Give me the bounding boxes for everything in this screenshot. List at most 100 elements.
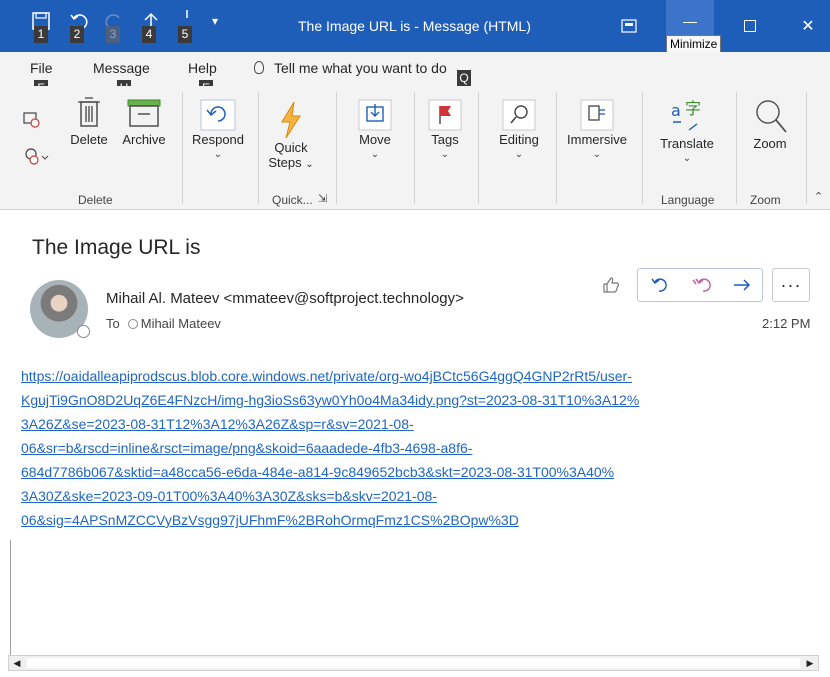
reply-icon (200, 99, 236, 131)
immersive-reader-button[interactable]: Immersive ⌄ (562, 98, 632, 160)
immersive-reader-icon (580, 99, 614, 131)
archive-icon (127, 99, 161, 127)
recipients-line: To Mihail Mateev (106, 316, 221, 331)
customize-qat-button[interactable]: ▾ (212, 14, 238, 36)
forward-button[interactable] (722, 268, 762, 302)
chevron-down-icon: ⌄ (440, 149, 450, 160)
chevron-down-icon: ⌄ (514, 149, 524, 160)
lightbulb-icon (254, 61, 264, 74)
move-label: Move (359, 132, 391, 147)
junk-button[interactable] (22, 146, 50, 166)
group-label-quick-steps: Quick... (272, 193, 313, 207)
zoom-button[interactable]: Zoom (744, 96, 796, 151)
ribbon-display-icon (621, 19, 637, 33)
move-button[interactable]: Move ⌄ (352, 98, 398, 160)
tags-label: Tags (431, 132, 459, 147)
arrow-right-icon: ▶ (806, 657, 814, 668)
image-url-link-line-5[interactable]: 684d7786b067&sktid=a48cca56-e6da-484e-a8… (21, 464, 801, 480)
quick-steps-label-1: Quick (274, 140, 308, 155)
archive-button[interactable]: Archive (118, 92, 170, 147)
respond-button[interactable]: Respond ⌄ (190, 98, 246, 160)
like-button[interactable] (594, 268, 628, 302)
horizontal-scrollbar[interactable]: ◀ ▶ (8, 655, 819, 671)
lightning-icon (281, 101, 301, 139)
minimize-icon (683, 21, 697, 23)
delete-label: Delete (70, 132, 108, 147)
ignore-button[interactable] (22, 111, 42, 129)
scroll-thumb[interactable] (27, 658, 800, 668)
svg-text:字: 字 (685, 99, 701, 118)
keytip-2: 2 (70, 26, 84, 43)
qat-more-button[interactable] (176, 6, 202, 28)
forward-arrow-icon (734, 279, 751, 291)
group-label-language: Language (661, 193, 715, 207)
quick-steps-button[interactable]: Quick Steps ⌄ (266, 100, 316, 170)
window-title: The Image URL is - Message (HTML) (298, 18, 531, 34)
svg-text:a: a (671, 101, 681, 120)
search-icon (502, 99, 536, 131)
image-url-link-line-6[interactable]: 3A30Z&ske=2023-09-01T00%3A40%3A30Z&sks=b… (21, 488, 801, 504)
immersive-label: Immersive (567, 132, 627, 147)
chevron-down-icon: ⌄ (592, 149, 602, 160)
tab-file[interactable]: File (30, 60, 53, 76)
ribbon-display-button[interactable] (605, 0, 653, 52)
tags-button[interactable]: Tags ⌄ (424, 98, 466, 160)
translate-button[interactable]: a字 Translate ⌄ (652, 96, 722, 164)
ribbon-separator (642, 92, 643, 204)
reply-icon (651, 278, 667, 292)
image-url-link-line-4[interactable]: 06&sr=b&rscd=inline&rsct=image/png&skoid… (21, 440, 801, 456)
ribbon: Delete Archive Delete Respond ⌄ Quick St… (0, 86, 830, 210)
to-label: To (106, 316, 120, 331)
group-label-delete: Delete (78, 193, 113, 207)
maximize-button[interactable] (726, 0, 774, 52)
junk-icon (25, 148, 49, 165)
recipient-name[interactable]: Mihail Mateev (141, 316, 221, 331)
tab-message[interactable]: Message (93, 60, 150, 76)
reply-button[interactable] (638, 268, 680, 302)
chevron-down-icon: ⌄ (370, 149, 380, 160)
reply-all-icon (692, 278, 711, 292)
chevron-down-icon: ⌄ (305, 159, 314, 170)
translate-label: Translate (660, 136, 714, 151)
tell-me-search[interactable]: Tell me what you want to do (254, 60, 447, 76)
ribbon-separator (736, 92, 737, 204)
collapse-ribbon-button[interactable]: ⌃ (814, 190, 823, 203)
flag-icon (428, 99, 462, 131)
arrow-left-icon: ◀ (13, 657, 21, 668)
tab-help[interactable]: Help (188, 60, 217, 76)
archive-label: Archive (122, 132, 166, 147)
move-icon (358, 99, 392, 131)
minimize-tooltip: Minimize (666, 35, 722, 53)
image-url-link-line-2[interactable]: KgujTi9GnO8D2UqZ6E4FNzcH/img-hg3ioSs63yw… (21, 392, 801, 408)
zoom-label: Zoom (753, 136, 787, 151)
close-button[interactable]: ✕ (784, 0, 830, 52)
dialog-launcher-icon[interactable]: ⇲ (318, 192, 327, 205)
respond-label: Respond (191, 132, 245, 147)
body-border (10, 540, 11, 660)
delete-button[interactable]: Delete (66, 92, 112, 147)
close-icon: ✕ (801, 18, 815, 35)
ribbon-separator (336, 92, 337, 204)
scroll-left-button[interactable]: ◀ (9, 656, 25, 670)
trash-icon (78, 97, 100, 127)
editing-label: Editing (499, 132, 539, 147)
scroll-right-button[interactable]: ▶ (802, 656, 818, 670)
quick-steps-label-2: Steps (268, 155, 302, 170)
thumbs-up-icon (603, 277, 620, 293)
editing-button[interactable]: Editing ⌄ (494, 98, 544, 160)
sender-name[interactable]: Mihail Al. Mateev <mmateev@softproject.t… (106, 290, 464, 307)
image-url-link-line-1[interactable]: https://oaidalleapiprodscus.blob.core.wi… (21, 368, 801, 384)
zoom-icon (756, 100, 787, 133)
more-actions-button[interactable]: ··· (772, 268, 810, 302)
reply-all-button[interactable] (680, 268, 722, 302)
image-url-link-line-7[interactable]: 06&sig=4APSnMZCCVyBzVsgg97jUFhmF%2BRohOr… (21, 512, 801, 528)
image-url-link-line-3[interactable]: 3A26Z&se=2023-08-31T12%3A12%3A26Z&sp=r&s… (21, 416, 801, 432)
maximize-icon (744, 20, 756, 32)
chevron-down-icon: ⌄ (682, 153, 692, 164)
ignore-icon (23, 112, 40, 128)
chevron-down-icon: ▾ (212, 14, 219, 28)
keytip-tellme: Q (457, 70, 471, 87)
keytip-4: 4 (142, 26, 156, 43)
presence-indicator (127, 319, 138, 329)
keytip-1: 1 (34, 26, 48, 43)
